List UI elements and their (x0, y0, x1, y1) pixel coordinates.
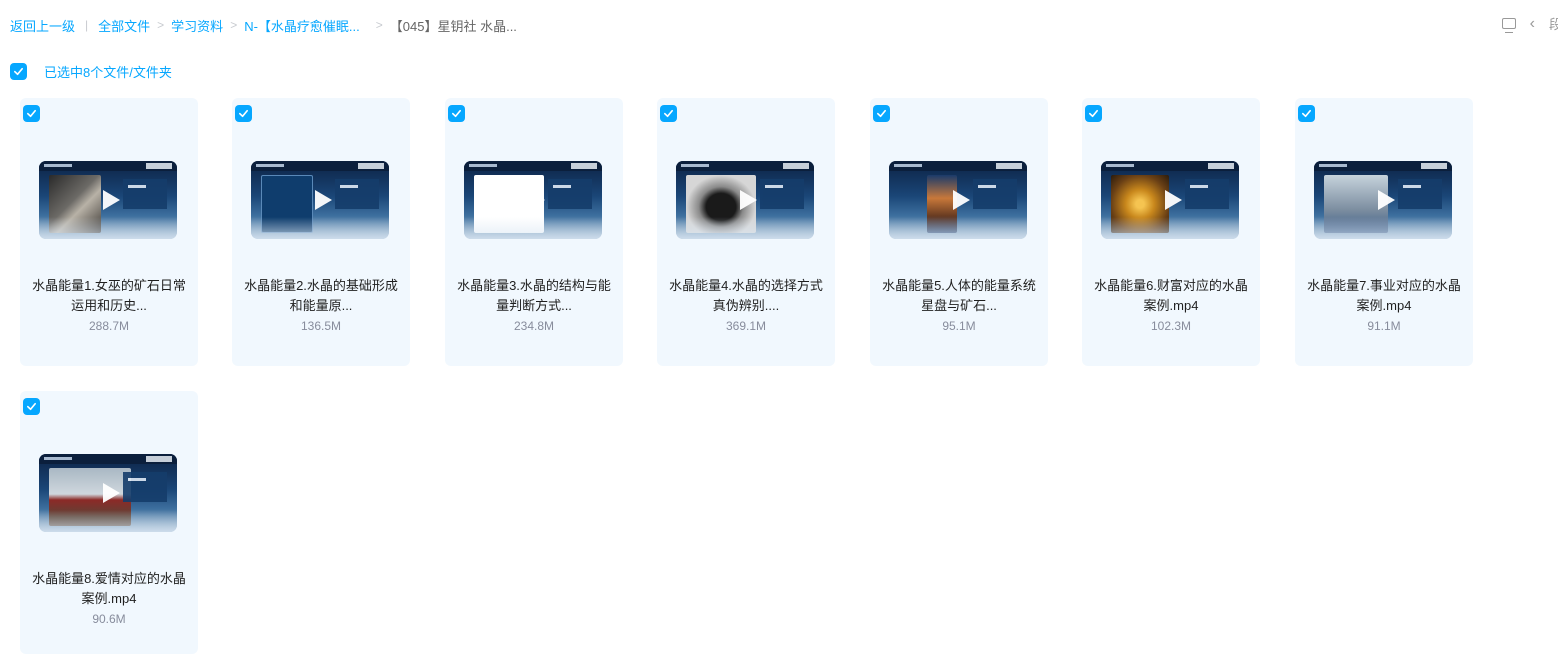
check-icon (452, 109, 461, 118)
file-card[interactable]: 水晶能量4.水晶的选择方式真伪辨别.... 369.1M (657, 98, 835, 366)
file-size: 95.1M (942, 319, 976, 333)
video-thumbnail[interactable] (464, 161, 602, 239)
file-name[interactable]: 水晶能量5.人体的能量系统星盘与矿石... (878, 276, 1040, 316)
file-card[interactable]: 水晶能量7.事业对应的水晶案例.mp4 91.1M (1295, 98, 1473, 366)
breadcrumb-study-materials[interactable]: 学习资料 (171, 16, 223, 35)
file-card[interactable]: 水晶能量5.人体的能量系统星盘与矿石... 95.1M (870, 98, 1048, 366)
breadcrumb-all-files[interactable]: 全部文件 (98, 16, 150, 35)
file-checkbox[interactable] (873, 105, 890, 122)
play-icon (740, 190, 757, 210)
file-checkbox[interactable] (23, 105, 40, 122)
video-thumbnail[interactable] (1101, 161, 1239, 239)
play-icon (953, 190, 970, 210)
chevron-left-icon[interactable]: ‹ (1530, 15, 1535, 32)
file-name[interactable]: 水晶能量4.水晶的选择方式真伪辨别.... (665, 276, 827, 316)
file-size: 234.8M (513, 319, 555, 333)
file-name[interactable]: 水晶能量1.女巫的矿石日常运用和历史... (28, 276, 190, 316)
file-checkbox[interactable] (448, 105, 465, 122)
selection-count-text: 已选中8个文件/文件夹 (44, 65, 172, 80)
video-thumbnail[interactable] (39, 454, 177, 532)
select-all-bar: 已选中8个文件/文件夹 (10, 62, 172, 81)
play-icon (315, 190, 332, 210)
check-icon (27, 402, 36, 411)
breadcrumb-crystal-folder[interactable]: N-【水晶疗愈催眠... (244, 16, 360, 35)
breadcrumb-current-folder: 【045】星钥社 水晶... (389, 18, 517, 34)
back-link[interactable]: 返回上一级 (10, 16, 75, 35)
truncated-label[interactable]: 段 (1549, 14, 1558, 33)
play-icon (103, 483, 120, 503)
file-name[interactable]: 水晶能量7.事业对应的水晶案例.mp4 (1303, 276, 1465, 316)
breadcrumb-separator: > (230, 18, 238, 32)
video-thumbnail[interactable] (251, 161, 389, 239)
check-icon (1302, 109, 1311, 118)
file-name[interactable]: 水晶能量6.财富对应的水晶案例.mp4 (1090, 276, 1252, 316)
select-all-checkbox[interactable] (10, 63, 27, 80)
file-size: 136.5M (300, 319, 342, 333)
file-card[interactable]: 水晶能量2.水晶的基础形成和能量原... 136.5M (232, 98, 410, 366)
file-size: 369.1M (725, 319, 767, 333)
play-icon (1165, 190, 1182, 210)
file-name[interactable]: 水晶能量3.水晶的结构与能量判断方式... (453, 276, 615, 316)
file-checkbox[interactable] (1298, 105, 1315, 122)
video-thumbnail[interactable] (889, 161, 1027, 239)
check-icon (877, 109, 886, 118)
file-checkbox[interactable] (235, 105, 252, 122)
play-icon (103, 190, 120, 210)
play-icon (528, 190, 545, 210)
file-card[interactable]: 水晶能量1.女巫的矿石日常运用和历史... 288.7M (20, 98, 198, 366)
check-icon (664, 109, 673, 118)
file-size: 91.1M (1367, 319, 1401, 333)
monitor-icon[interactable] (1501, 18, 1516, 33)
file-checkbox[interactable] (1085, 105, 1102, 122)
file-name[interactable]: 水晶能量2.水晶的基础形成和能量原... (240, 276, 402, 316)
file-size: 288.7M (88, 319, 130, 333)
breadcrumb-separator: > (157, 18, 165, 32)
file-checkbox[interactable] (23, 398, 40, 415)
video-thumbnail[interactable] (676, 161, 814, 239)
play-icon (1378, 190, 1395, 210)
check-icon (1089, 109, 1098, 118)
breadcrumb: 返回上一级 | 全部文件 > 学习资料 > N-【水晶疗愈催眠... > 【04… (10, 16, 517, 34)
divider: | (85, 18, 89, 32)
video-thumbnail[interactable] (1314, 161, 1452, 239)
check-icon (239, 109, 248, 118)
check-icon (27, 109, 36, 118)
video-thumbnail[interactable] (39, 161, 177, 239)
top-right-tools: ‹ 段 (1501, 14, 1558, 33)
file-size: 102.3M (1150, 319, 1192, 333)
file-size: 90.6M (92, 612, 126, 626)
file-card[interactable]: 水晶能量8.爱情对应的水晶案例.mp4 90.6M (20, 391, 198, 654)
check-icon (14, 67, 23, 76)
breadcrumb-separator: > (375, 18, 383, 32)
file-checkbox[interactable] (660, 105, 677, 122)
file-card[interactable]: 水晶能量6.财富对应的水晶案例.mp4 102.3M (1082, 98, 1260, 366)
file-name[interactable]: 水晶能量8.爱情对应的水晶案例.mp4 (28, 569, 190, 609)
file-card[interactable]: 水晶能量3.水晶的结构与能量判断方式... 234.8M (445, 98, 623, 366)
